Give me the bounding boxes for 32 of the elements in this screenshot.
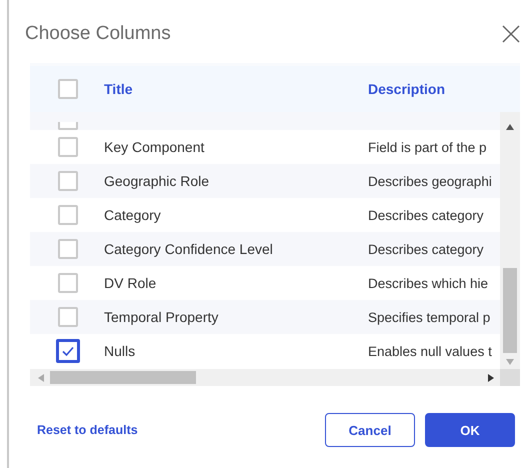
table-cell-text: DV Role <box>104 275 158 291</box>
table-cell-text: Geographic Role <box>104 173 210 189</box>
table-cell-text: Nulls <box>104 343 136 359</box>
cancel-button[interactable]: Cancel <box>325 413 415 447</box>
dialog-title: Choose Columns <box>25 23 171 45</box>
scrollbar-thumb[interactable] <box>50 371 196 384</box>
ok-button[interactable]: OK <box>425 413 515 447</box>
scroll-down-arrow-icon[interactable] <box>506 359 514 365</box>
close-icon[interactable] <box>501 24 521 44</box>
table-cell: Enables null values t <box>368 344 492 358</box>
scrollbar-corner <box>500 369 520 386</box>
table-cell: Describes category <box>368 208 484 222</box>
column-header[interactable]: Title <box>104 81 368 97</box>
table-cell-text: Category <box>104 207 162 223</box>
table-cell: Describes category <box>368 242 484 256</box>
scroll-right-arrow-icon[interactable] <box>488 374 494 382</box>
reset-link[interactable]: Reset to defaults <box>37 423 138 437</box>
column-header[interactable]: Description <box>368 81 446 97</box>
table-cell-text: Category Confidence Level <box>104 241 274 257</box>
horizontal-scrollbar[interactable] <box>30 369 520 386</box>
table-cell: Specifies temporal p <box>368 310 490 324</box>
scroll-up-arrow-icon[interactable] <box>506 124 514 130</box>
table-cell: Field is part of the p <box>368 140 487 154</box>
scrollbar-thumb[interactable] <box>503 268 517 353</box>
vertical-scrollbar[interactable] <box>500 112 520 369</box>
row-checkbox[interactable] <box>56 339 80 363</box>
table-cell-text: Temporal Property <box>104 309 220 325</box>
table-cell: Describes geographi <box>368 174 492 188</box>
scroll-left-arrow-icon[interactable] <box>38 374 44 382</box>
table-cell-text: Key Component <box>104 139 206 155</box>
table-cell: Describes which hie <box>368 276 488 290</box>
select-all-checkbox[interactable] <box>58 79 78 99</box>
